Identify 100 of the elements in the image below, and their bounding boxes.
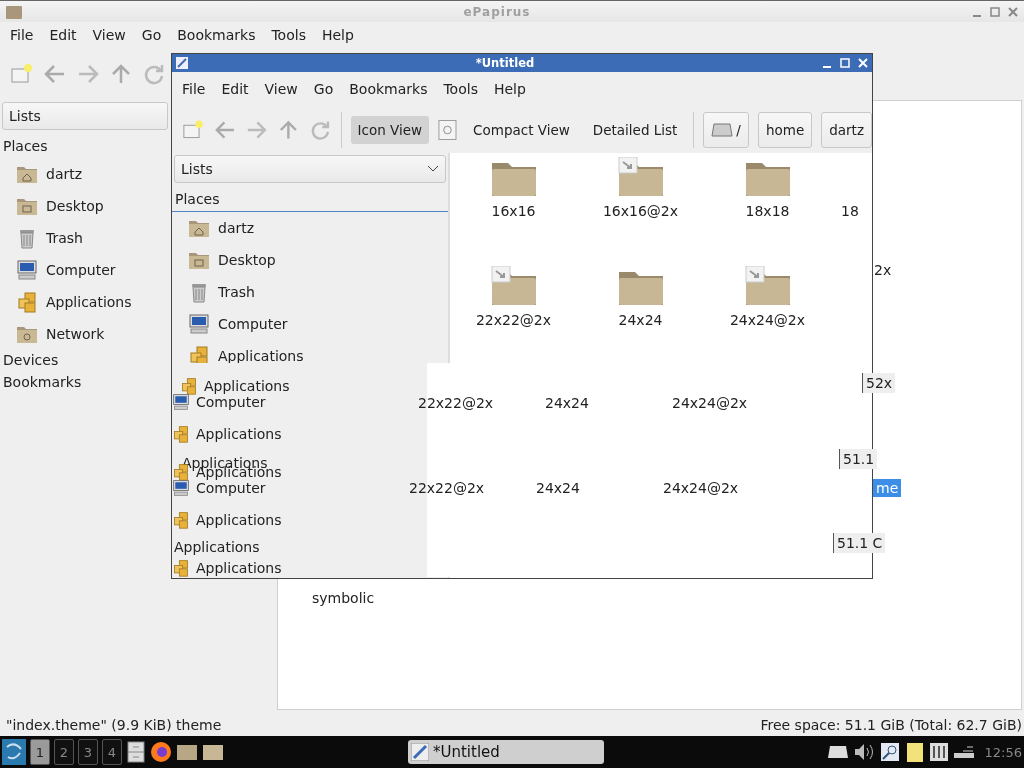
section-heading[interactable]: Bookmarks <box>0 372 85 394</box>
applications-icon <box>172 511 190 529</box>
icon-caption[interactable]: 22x22@2x <box>409 480 485 496</box>
icon-caption[interactable]: symbolic <box>309 589 378 607</box>
icon-caption[interactable]: 24x24 <box>536 480 580 496</box>
menu-item[interactable]: Tools <box>435 81 486 97</box>
folder-link-icon <box>490 266 537 306</box>
window-title: ePapirus <box>463 4 531 19</box>
size-fragment: 52x <box>862 373 896 393</box>
path-button[interactable]: dartz <box>821 111 872 148</box>
search-icon[interactable] <box>878 742 901 762</box>
computer-icon <box>172 479 190 497</box>
folder-icon <box>6 4 22 19</box>
browser-icon[interactable] <box>150 741 172 763</box>
maximize-icon[interactable] <box>990 6 1000 17</box>
applications-icon <box>172 425 190 443</box>
drive-icon <box>711 122 734 137</box>
computer-icon <box>16 259 38 281</box>
icon-caption[interactable]: 18 <box>841 203 859 219</box>
place-item[interactable]: Computer <box>196 394 266 410</box>
section-heading[interactable]: Devices <box>0 350 62 372</box>
menu-item[interactable]: Edit <box>41 27 85 43</box>
place-item[interactable]: Applications <box>196 426 282 442</box>
place-item[interactable]: Applications <box>174 539 260 555</box>
size-fragment: 51.1 C <box>833 533 886 553</box>
place-item[interactable]: Applications <box>204 378 290 394</box>
menu-item[interactable]: Help <box>313 27 362 43</box>
place-item[interactable]: Trash <box>46 230 83 246</box>
free-space-text: Free space: 51.1 GiB (Total: 62.7 GiB) <box>760 717 1022 733</box>
drive-icon[interactable] <box>826 745 849 759</box>
menu-item[interactable]: File <box>2 27 42 43</box>
place-item[interactable]: Computer <box>46 262 116 278</box>
lists-dropdown[interactable]: Lists <box>2 102 168 130</box>
file-cabinet-icon[interactable] <box>126 741 146 763</box>
workspace-button[interactable]: 3 <box>78 739 98 765</box>
icon-caption[interactable]: 18x18 <box>745 203 790 219</box>
start-menu-icon[interactable] <box>2 739 26 765</box>
section-heading: Places <box>2 137 49 156</box>
place-item[interactable]: Applications <box>218 348 304 364</box>
workspace-button[interactable]: 4 <box>102 739 122 765</box>
size-fragment: 51.1 <box>839 449 878 469</box>
place-item[interactable]: Computer <box>218 316 288 332</box>
place-item[interactable]: Computer <box>196 480 266 496</box>
computer-icon <box>188 313 210 335</box>
icon-caption[interactable]: 24x24 <box>545 395 589 411</box>
path-button[interactable]: / <box>703 111 749 148</box>
icon-caption[interactable]: 16x16@2x <box>602 203 679 219</box>
place-item[interactable]: Desktop <box>218 252 276 268</box>
task-button[interactable]: *Untitled <box>408 740 604 764</box>
view-button[interactable]: Compact View <box>466 115 577 144</box>
icon-caption[interactable]: 2x <box>871 261 895 279</box>
network-icon[interactable] <box>952 745 975 759</box>
icon-caption[interactable]: 16x16 <box>491 203 536 219</box>
place-item[interactable]: Network <box>46 326 105 342</box>
lists-dropdown[interactable]: Lists <box>174 155 446 183</box>
icon-caption[interactable]: 22x22@2x <box>418 395 494 411</box>
editor-icon <box>411 743 429 761</box>
volume-icon[interactable] <box>852 742 875 762</box>
computer-icon <box>172 393 190 411</box>
menu-item[interactable]: Help <box>485 81 534 97</box>
path-button[interactable]: home <box>757 111 813 148</box>
folder-link-icon <box>744 266 791 306</box>
icon-caption[interactable]: 24x24@2x <box>729 312 806 328</box>
zoom-icon[interactable] <box>438 118 458 141</box>
folder-icon[interactable] <box>202 743 224 761</box>
menu-item[interactable]: Bookmarks <box>341 81 436 97</box>
place-item[interactable]: dartz <box>46 166 83 182</box>
menu-item[interactable]: Edit <box>213 81 257 97</box>
place-item[interactable]: Desktop <box>46 198 104 214</box>
folder-link-icon <box>617 157 664 197</box>
clipboard-icon[interactable] <box>904 741 925 763</box>
icon-caption[interactable]: 24x24@2x <box>672 395 748 411</box>
workspace-button[interactable]: 1 <box>30 739 50 765</box>
view-button[interactable]: Icon View <box>350 115 430 144</box>
status-text: "index.theme" (9.9 KiB) theme <box>6 717 222 733</box>
place-item[interactable]: dartz <box>218 220 255 236</box>
menu-item[interactable]: View <box>84 27 134 43</box>
place-item[interactable]: Applications <box>46 294 132 310</box>
menu-item[interactable]: Tools <box>263 27 314 43</box>
menu-item[interactable]: Bookmarks <box>169 27 264 43</box>
icon-caption[interactable]: 24x24 <box>618 312 663 328</box>
menu-item[interactable]: View <box>256 81 306 97</box>
place-item[interactable]: Applications <box>196 560 282 576</box>
place-item[interactable]: Trash <box>218 284 255 300</box>
menu-item[interactable]: Go <box>133 27 170 43</box>
view-button[interactable]: Detailed List <box>585 115 685 144</box>
editor-icon <box>176 57 188 69</box>
place-item[interactable]: Applications <box>196 512 282 528</box>
applications-icon <box>16 291 38 313</box>
folder-icon[interactable] <box>176 743 198 761</box>
workspace-button[interactable]: 2 <box>54 739 74 765</box>
icon-caption[interactable]: 24x24@2x <box>663 480 739 496</box>
clock: 12:56 <box>984 744 1022 760</box>
close-icon[interactable] <box>1008 6 1018 17</box>
icon-caption[interactable]: 22x22@2x <box>475 312 552 328</box>
menu-item[interactable]: File <box>174 81 214 97</box>
menu-item[interactable]: Go <box>305 81 342 97</box>
chevron-down-icon <box>427 165 439 173</box>
applications-icon <box>172 559 190 577</box>
keyboard-icon[interactable] <box>928 742 949 762</box>
